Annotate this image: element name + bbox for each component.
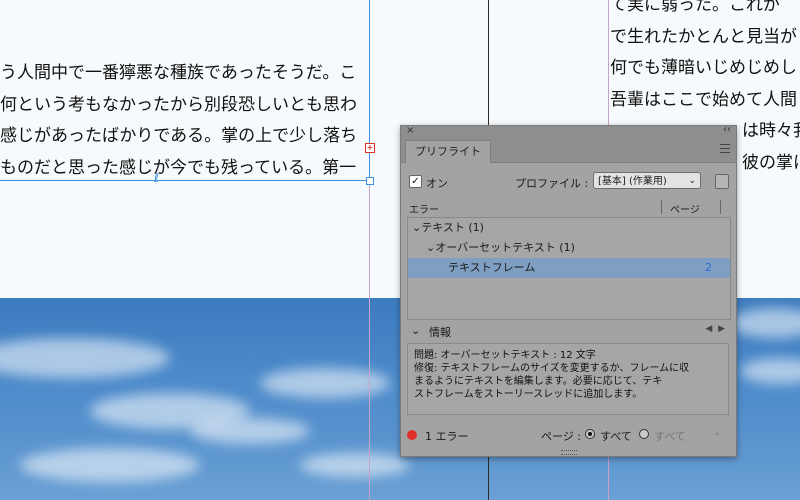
column-header-error: エラー bbox=[409, 205, 439, 216]
info-line: 問題: オーバーセットテキスト : 12 文字 bbox=[414, 350, 596, 361]
next-icon[interactable]: ▶ bbox=[718, 324, 725, 334]
overset-text-icon[interactable]: + bbox=[365, 143, 375, 153]
tree-item-text[interactable]: ⌄テキスト (1) bbox=[408, 218, 730, 238]
panel-tabbar: プリフライト bbox=[401, 138, 736, 163]
info-title: 情報 bbox=[429, 326, 451, 339]
panel-menu-icon[interactable] bbox=[720, 144, 730, 153]
preflight-panel: × ‹‹ プリフライト ✓ オン プロファイル : [基本] (作業用) ⌄ エ… bbox=[400, 124, 737, 457]
frame-handle[interactable] bbox=[366, 177, 374, 185]
info-section-header[interactable]: ⌄ 情報 ◀ ▶ bbox=[407, 322, 729, 340]
text-line: で生れたかとんと見当が bbox=[610, 26, 797, 47]
page-range-field[interactable]: すべて bbox=[654, 428, 686, 444]
profile-label: プロファイル : bbox=[515, 177, 589, 190]
column-divider[interactable] bbox=[720, 200, 721, 214]
profile-value: [基本] (作業用) bbox=[598, 176, 667, 187]
status-bar: 1 エラー ページ : すべて すべて ⌄ bbox=[407, 424, 729, 446]
on-checkbox[interactable]: ✓ bbox=[409, 175, 422, 188]
collapse-icon[interactable]: ‹‹ bbox=[723, 124, 731, 135]
tree-item-overset[interactable]: ⌄オーバーセットテキスト (1) bbox=[408, 238, 730, 258]
text-line: 何でも薄暗いじめじめし bbox=[610, 58, 797, 78]
text-line: て実に弱った。これが bbox=[610, 0, 780, 15]
resize-grip[interactable] bbox=[561, 450, 577, 455]
page-link[interactable]: 2 bbox=[705, 258, 712, 278]
info-text: 問題: オーバーセットテキスト : 12 文字 修復: テキストフレームのサイズ… bbox=[407, 343, 729, 415]
page-range-label: ページ : bbox=[541, 430, 581, 443]
chevron-down-icon: ⌄ bbox=[688, 176, 696, 186]
radio-page-range[interactable] bbox=[639, 429, 649, 439]
tree-item-label: テキスト (1) bbox=[421, 221, 484, 234]
column-header-page: ページ bbox=[670, 205, 700, 216]
chevron-down-icon[interactable]: ⌄ bbox=[411, 324, 420, 337]
text-frame-left[interactable]: う人間中で一番獰悪な種族であったそうだ。こ 何という考もなかったから別段恐しいと… bbox=[0, 58, 372, 184]
text-frame-border-right bbox=[369, 0, 370, 181]
tree-item-label: オーバーセットテキスト (1) bbox=[435, 241, 575, 254]
tree-item-label: テキストフレーム bbox=[448, 261, 536, 274]
error-table-header: エラー ページ bbox=[407, 198, 729, 216]
on-label: オン bbox=[426, 177, 448, 190]
profile-dropdown[interactable]: [基本] (作業用) ⌄ bbox=[593, 172, 701, 189]
text-line: 何という考もなかったから別段恐しいとも思わ bbox=[0, 94, 357, 115]
error-status-icon bbox=[407, 430, 417, 440]
chevron-down-icon: ⌄ bbox=[426, 241, 436, 254]
close-icon[interactable]: × bbox=[406, 125, 414, 136]
text-line: う人間中で一番獰悪な種族であったそうだ。こ bbox=[0, 63, 357, 83]
define-profiles-icon[interactable] bbox=[715, 174, 729, 189]
radio-all-pages[interactable] bbox=[585, 429, 595, 439]
radio-all-label: すべて bbox=[600, 430, 632, 443]
info-line: まるようにテキストを編集します。必要に応じて、テキ bbox=[414, 376, 663, 387]
info-nav: ◀ ▶ bbox=[705, 324, 725, 334]
text-line: 感じがあったばかりである。掌の上で少し落ち bbox=[0, 126, 358, 146]
error-list: ⌄テキスト (1) ⌄オーバーセットテキスト (1) テキストフレーム 2 bbox=[407, 217, 731, 320]
column-divider[interactable] bbox=[661, 200, 662, 214]
info-line: 修復: テキストフレームのサイズを変更するか、フレームに収 bbox=[414, 363, 690, 374]
preflight-options-row: ✓ オン プロファイル : [基本] (作業用) ⌄ bbox=[409, 170, 729, 194]
info-line: ストフレームをストーリースレッドに追加します。 bbox=[414, 389, 643, 400]
text-line: 吾輩はここで始めて人間 bbox=[610, 89, 797, 110]
chevron-down-icon[interactable]: ⌄ bbox=[713, 428, 721, 438]
thread-icon: ℓ bbox=[154, 171, 159, 185]
error-count: 1 エラー bbox=[425, 430, 469, 443]
text-frame-border-bottom bbox=[0, 180, 370, 181]
prev-icon[interactable]: ◀ bbox=[705, 324, 712, 334]
tab-preflight[interactable]: プリフライト bbox=[405, 140, 491, 163]
chevron-down-icon: ⌄ bbox=[412, 221, 422, 234]
tree-item-text-frame[interactable]: テキストフレーム 2 bbox=[408, 258, 730, 278]
panel-titlebar[interactable]: × ‹‹ bbox=[401, 124, 736, 138]
